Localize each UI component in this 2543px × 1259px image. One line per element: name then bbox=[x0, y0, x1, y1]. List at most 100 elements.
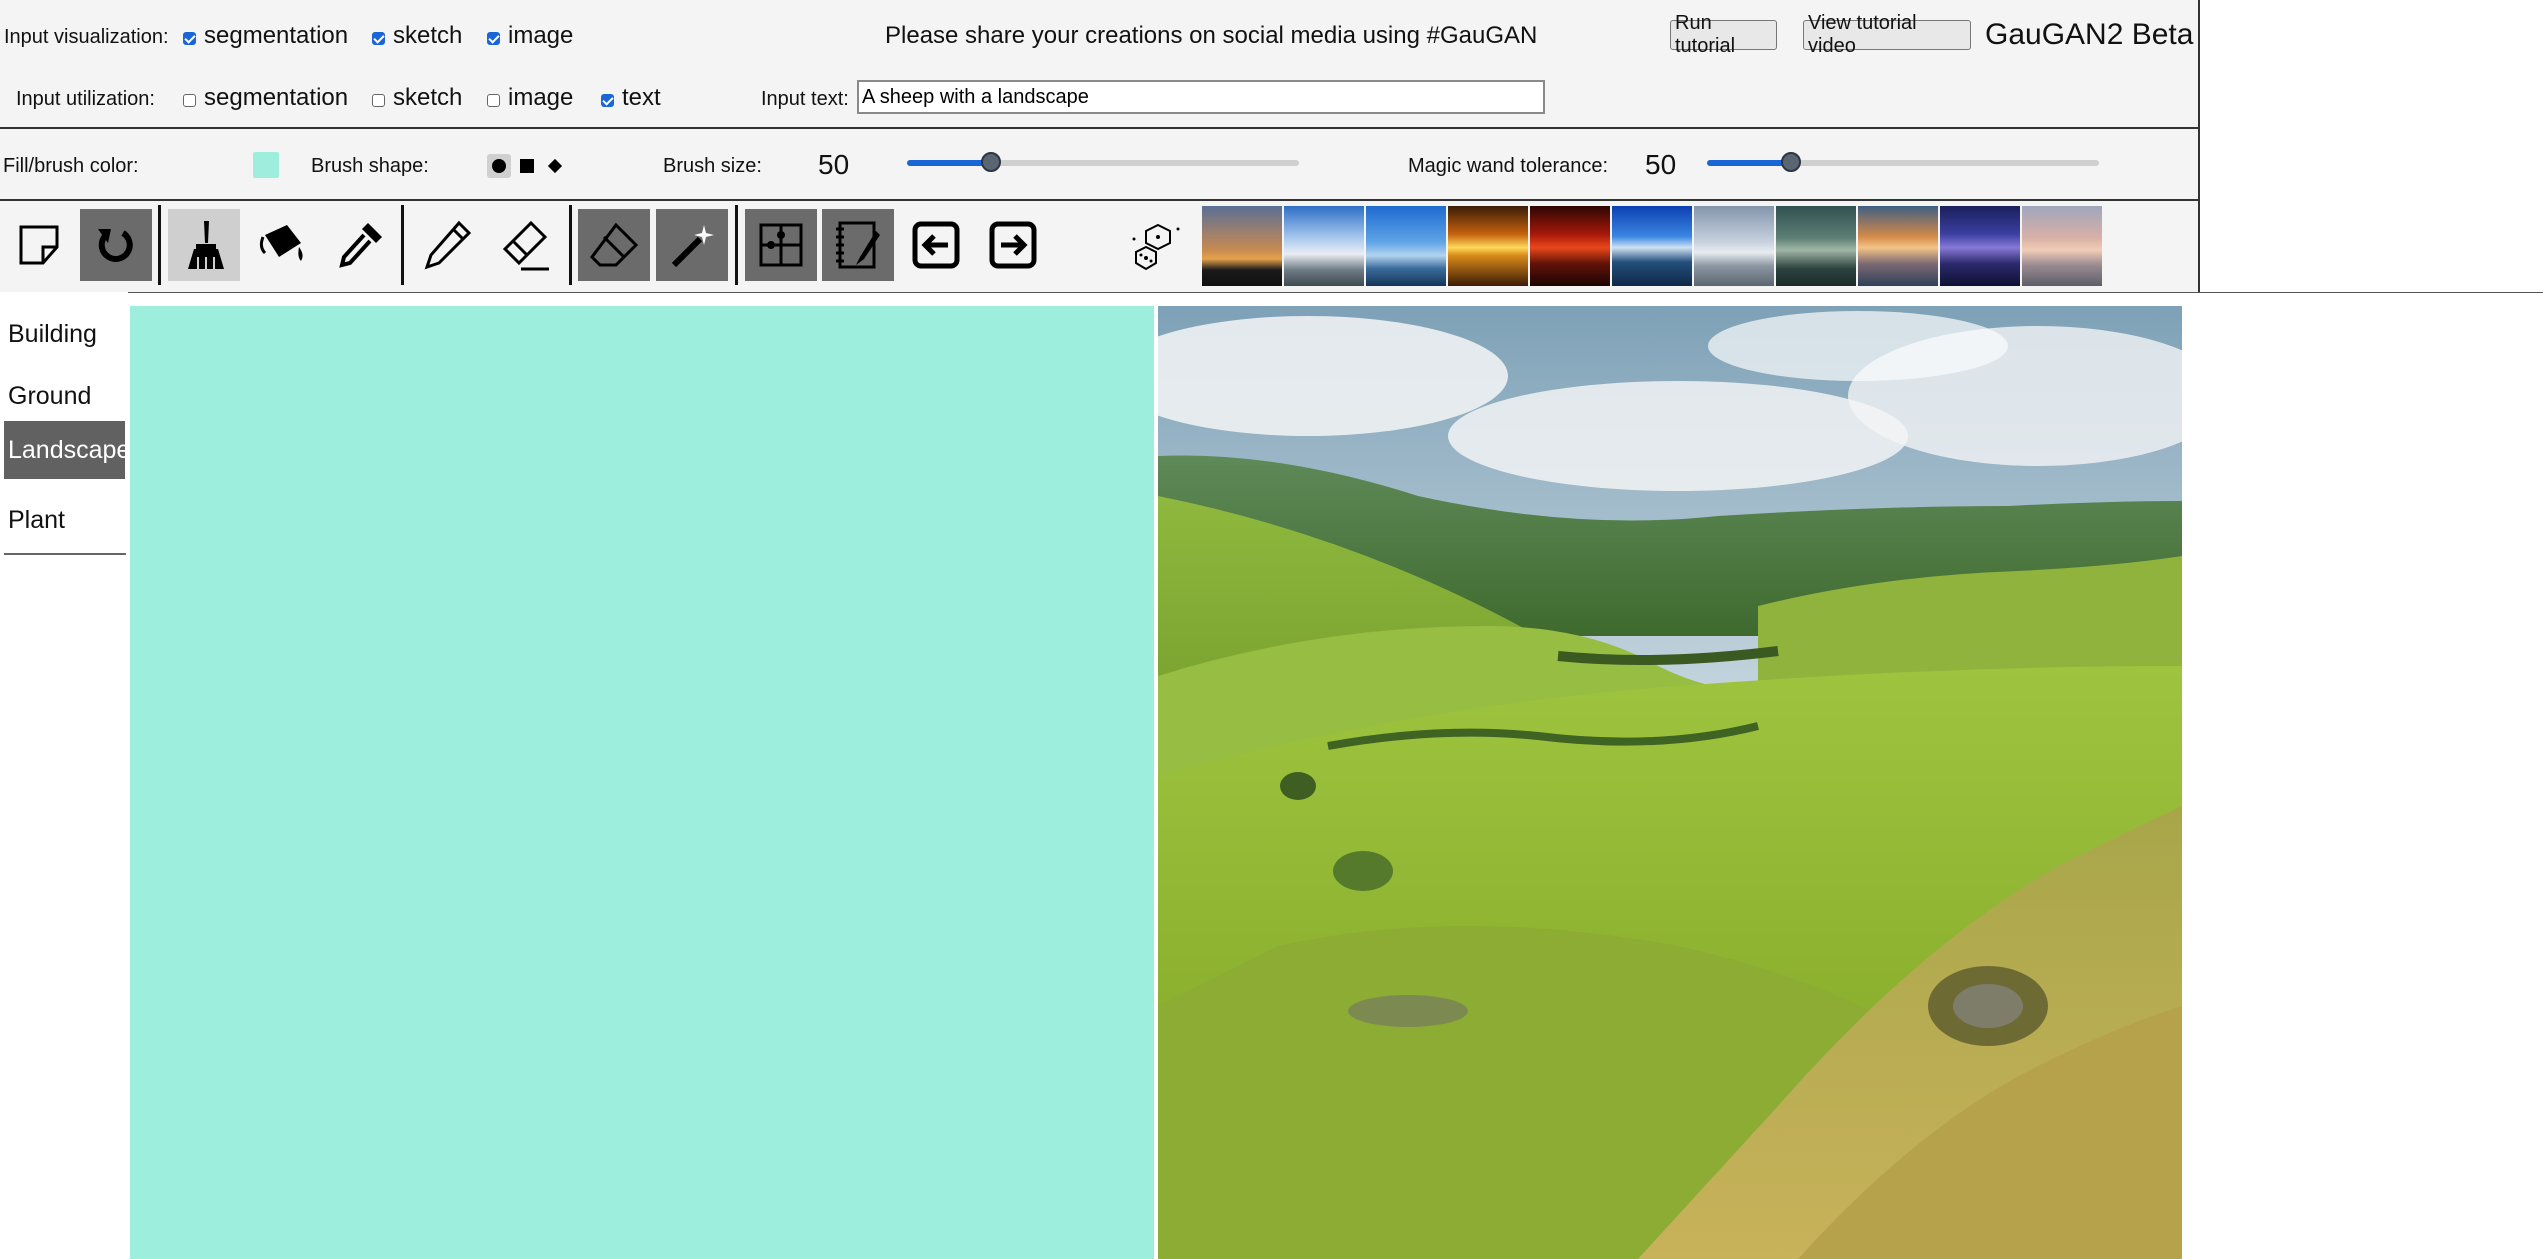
toolbar-separator bbox=[569, 205, 572, 285]
arrow-left-icon bbox=[912, 221, 960, 269]
input-utilization-label: Input utilization: bbox=[16, 88, 155, 110]
pencil-button[interactable] bbox=[411, 209, 483, 281]
text-prompt-input[interactable] bbox=[857, 80, 1545, 114]
segmentation-map-icon bbox=[759, 223, 803, 267]
random-style-button[interactable] bbox=[1122, 209, 1194, 281]
control-panel: Input visualization: segmentation sketch… bbox=[0, 0, 2200, 292]
eraser-icon bbox=[590, 222, 639, 267]
viz-segmentation-checkbox[interactable]: segmentation bbox=[183, 22, 348, 50]
segmentation-canvas[interactable] bbox=[130, 306, 1154, 1259]
category-ground[interactable]: Ground bbox=[4, 367, 125, 425]
previous-button[interactable] bbox=[900, 209, 972, 281]
checkbox-box[interactable] bbox=[487, 31, 500, 45]
eyedropper-button[interactable] bbox=[324, 209, 396, 281]
share-message: Please share your creations on social me… bbox=[885, 22, 1538, 49]
divider bbox=[0, 127, 2200, 129]
checkbox-box[interactable] bbox=[183, 31, 196, 45]
toolbar-separator bbox=[158, 205, 161, 285]
sketch-notebook-button[interactable] bbox=[822, 209, 894, 281]
arrow-right-icon bbox=[989, 221, 1037, 269]
magic-wand-icon bbox=[671, 225, 714, 268]
brush-size-value: 50 bbox=[818, 149, 850, 180]
checkbox-label: image bbox=[508, 84, 574, 111]
viz-image-checkbox[interactable]: image bbox=[487, 22, 573, 50]
pencil-icon bbox=[424, 220, 472, 270]
style-thumbnail-1[interactable] bbox=[1202, 206, 1282, 286]
sketch-notebook-icon bbox=[836, 221, 880, 269]
category-list-divider bbox=[4, 553, 126, 555]
panel-bottom-border bbox=[0, 292, 2543, 293]
style-thumbnail-2[interactable] bbox=[1284, 206, 1364, 286]
checkbox-box[interactable] bbox=[372, 93, 385, 107]
new-canvas-button[interactable] bbox=[3, 209, 75, 281]
brush-shape-diamond[interactable] bbox=[547, 158, 563, 174]
slider-knob[interactable] bbox=[1781, 152, 1801, 172]
checkbox-label: sketch bbox=[393, 22, 463, 49]
magic-wand-button[interactable] bbox=[656, 209, 728, 281]
paint-bucket-button[interactable] bbox=[247, 209, 319, 281]
checkbox-label: sketch bbox=[393, 84, 463, 111]
slider-knob[interactable] bbox=[981, 152, 1001, 172]
style-thumbnail-8[interactable] bbox=[1776, 206, 1856, 286]
style-thumbnail-7[interactable] bbox=[1694, 206, 1774, 286]
checkbox-label: image bbox=[508, 22, 574, 49]
category-building[interactable]: Building bbox=[4, 305, 125, 363]
category-landscape[interactable]: Landscape bbox=[4, 421, 130, 479]
magic-wand-tolerance-slider[interactable] bbox=[1707, 152, 2099, 172]
style-thumbnail-4[interactable] bbox=[1448, 206, 1528, 286]
new-canvas-icon bbox=[19, 225, 59, 265]
view-tutorial-video-button[interactable]: View tutorial video bbox=[1803, 12, 1971, 57]
pencil-eraser-icon bbox=[502, 220, 549, 271]
checkbox-box[interactable] bbox=[183, 93, 196, 107]
brush-shape-label: Brush shape: bbox=[311, 155, 429, 177]
circle-icon bbox=[492, 159, 506, 173]
util-text-checkbox[interactable]: text bbox=[601, 84, 661, 112]
util-sketch-checkbox[interactable]: sketch bbox=[372, 84, 462, 112]
next-button[interactable] bbox=[977, 209, 1049, 281]
undo-icon bbox=[98, 229, 133, 262]
magic-wand-tolerance-label: Magic wand tolerance: bbox=[1408, 155, 1609, 177]
pencil-eraser-button[interactable] bbox=[489, 209, 561, 281]
generated-output-image bbox=[1158, 306, 2182, 1259]
style-thumbnail-5[interactable] bbox=[1530, 206, 1610, 286]
style-thumbnail-11[interactable] bbox=[2022, 206, 2102, 286]
brush-shape-square[interactable] bbox=[520, 159, 534, 173]
fill-color-label: Fill/brush color: bbox=[3, 155, 139, 177]
app-title: GauGAN2 Beta bbox=[1985, 18, 2194, 51]
checkbox-label: text bbox=[622, 84, 661, 111]
style-thumbnail-3[interactable] bbox=[1366, 206, 1446, 286]
toolbar-separator bbox=[735, 205, 738, 285]
divider bbox=[0, 199, 2200, 201]
landscape-image bbox=[1158, 306, 2182, 1259]
style-thumbnail-6[interactable] bbox=[1612, 206, 1692, 286]
toolbar-separator bbox=[401, 205, 404, 285]
checkbox-box[interactable] bbox=[487, 93, 500, 107]
viz-sketch-checkbox[interactable]: sketch bbox=[372, 22, 462, 50]
input-text-label: Input text: bbox=[761, 88, 849, 110]
slider-fill bbox=[1707, 160, 1791, 166]
slider-fill bbox=[907, 160, 991, 166]
eyedropper-icon bbox=[339, 223, 382, 268]
random-dice-icon bbox=[1132, 223, 1180, 271]
brush-tool-button[interactable] bbox=[168, 209, 240, 281]
brush-shape-circle[interactable] bbox=[487, 154, 511, 178]
checkbox-label: segmentation bbox=[204, 84, 349, 111]
util-image-checkbox[interactable]: image bbox=[487, 84, 573, 112]
paint-bucket-icon bbox=[259, 225, 303, 261]
segmentation-map-button[interactable] bbox=[745, 209, 817, 281]
brush-icon bbox=[188, 221, 224, 269]
category-plant[interactable]: Plant bbox=[4, 491, 125, 549]
eraser-button[interactable] bbox=[578, 209, 650, 281]
run-tutorial-button[interactable]: Run tutorial bbox=[1670, 12, 1777, 57]
util-segmentation-checkbox[interactable]: segmentation bbox=[183, 84, 348, 112]
label-category-list: Building Ground Landscape Plant bbox=[0, 292, 130, 1259]
checkbox-box[interactable] bbox=[372, 31, 385, 45]
checkbox-box[interactable] bbox=[601, 93, 614, 107]
magic-wand-tolerance-value: 50 bbox=[1645, 149, 1677, 180]
checkbox-label: segmentation bbox=[204, 22, 349, 49]
style-thumbnail-9[interactable] bbox=[1858, 206, 1938, 286]
undo-button[interactable] bbox=[80, 209, 152, 281]
brush-size-slider[interactable] bbox=[907, 152, 1299, 172]
style-thumbnail-10[interactable] bbox=[1940, 206, 2020, 286]
fill-color-swatch[interactable] bbox=[253, 152, 279, 178]
